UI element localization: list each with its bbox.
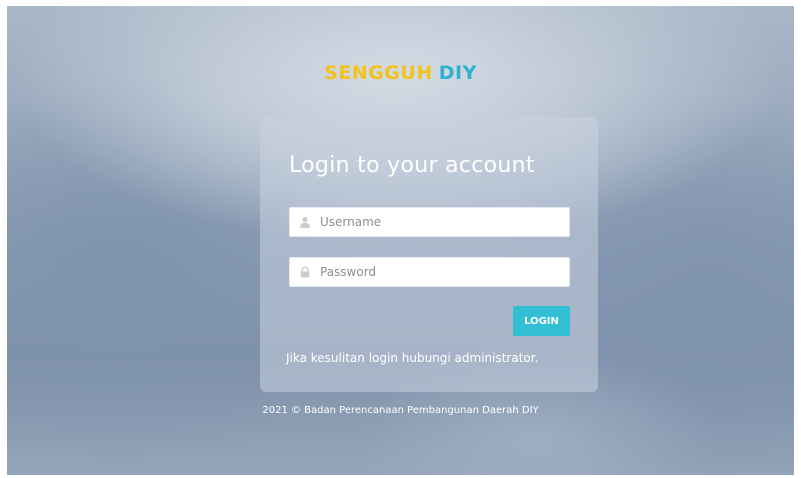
brand-suffix: DIY bbox=[438, 62, 477, 84]
user-icon bbox=[300, 217, 310, 228]
footer-copyright: 2021 © Badan Perencanaan Pembangunan Dae… bbox=[262, 405, 539, 416]
brand-name: SENGGUH bbox=[324, 62, 433, 84]
username-field[interactable] bbox=[289, 207, 570, 237]
brand-logo: SENGGUH DIY bbox=[7, 62, 794, 84]
login-button[interactable]: LOGIN bbox=[513, 306, 570, 336]
login-title: Login to your account bbox=[289, 153, 535, 178]
password-input[interactable] bbox=[320, 258, 560, 286]
password-field[interactable] bbox=[289, 257, 570, 287]
username-input[interactable] bbox=[320, 208, 560, 236]
login-card: Login to your account LOGIN Jika kesulit… bbox=[260, 117, 598, 392]
lock-icon bbox=[300, 266, 310, 278]
login-page: SENGGUHDIY Login to your account LOGIN J… bbox=[7, 6, 794, 475]
help-text: Jika kesulitan login hubungi administrat… bbox=[286, 351, 539, 365]
